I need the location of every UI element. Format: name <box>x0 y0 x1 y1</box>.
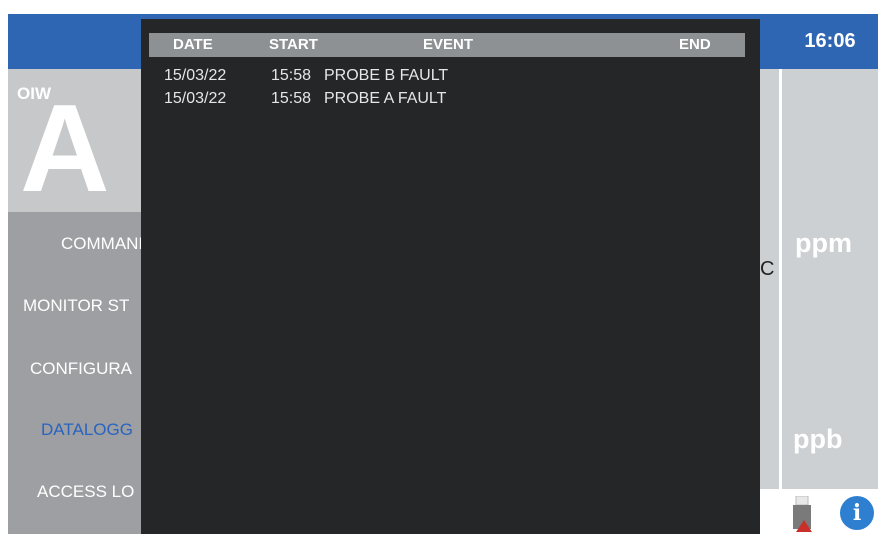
menu-item-command[interactable]: COMMAND <box>61 234 141 254</box>
menu-item-access-level[interactable]: ACCESS LO <box>37 482 141 502</box>
log-date: 15/03/22 <box>164 90 227 107</box>
menu-item-datalogger[interactable]: DATALOGG <box>41 420 141 440</box>
main-menu: COMMAND MONITOR ST CONFIGURA DATALOGG AC… <box>8 212 141 534</box>
info-icon[interactable]: i <box>840 496 874 530</box>
log-event: PROBE B FAULT <box>324 67 449 84</box>
unit-ppm: ppm <box>795 228 852 258</box>
clock: 16:06 <box>804 30 856 52</box>
log-start: 15:58 <box>271 90 312 107</box>
column-date[interactable]: DATE <box>173 33 213 57</box>
usb-drive-icon[interactable] <box>788 495 818 537</box>
channel-letter: A <box>20 80 110 218</box>
unit-ppb: ppb <box>793 424 843 454</box>
log-event: PROBE A FAULT <box>324 90 447 107</box>
partial-glyph: C <box>760 258 775 280</box>
column-start[interactable]: START <box>269 33 318 57</box>
menu-item-monitor-status[interactable]: MONITOR ST <box>23 296 141 316</box>
panel-divider <box>779 69 782 489</box>
menu-item-configuration[interactable]: CONFIGURA <box>30 359 141 379</box>
log-row[interactable]: 15/03/22 15:58 PROBE B FAULT <box>141 66 760 86</box>
event-log-header: DATE START EVENT END <box>149 33 745 57</box>
column-end[interactable]: END <box>679 33 711 57</box>
log-row[interactable]: 15/03/22 15:58 PROBE A FAULT <box>141 89 760 109</box>
log-date: 15/03/22 <box>164 67 227 84</box>
log-start: 15:58 <box>271 67 312 84</box>
event-log-dialog: DATE START EVENT END 15/03/22 15:58 PROB… <box>141 19 760 534</box>
column-event[interactable]: EVENT <box>423 33 473 57</box>
